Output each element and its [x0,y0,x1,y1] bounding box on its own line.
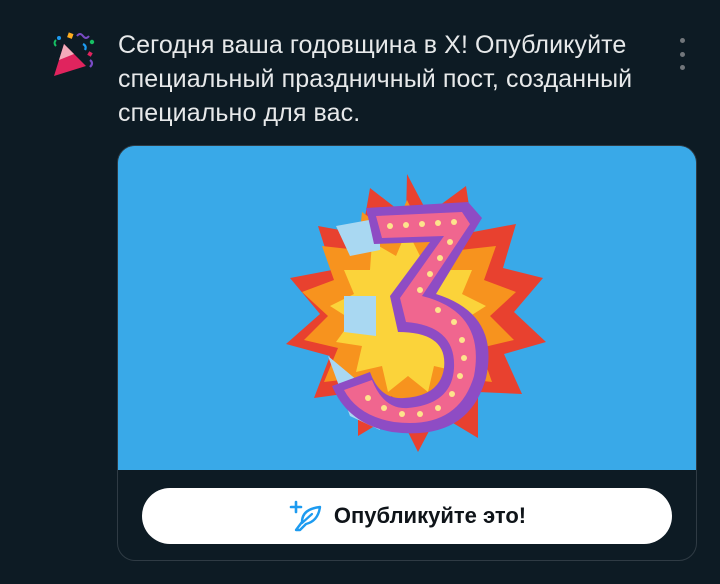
compose-feather-icon [289,500,322,532]
anniversary-image [118,146,696,470]
anniversary-notification: Сегодня ваша годовщина в X! Опубликуйте … [0,0,720,584]
anniversary-card[interactable]: Опубликуйте это! [117,145,697,561]
post-it-button[interactable]: Опубликуйте это! [142,488,672,544]
party-popper-icon [50,30,100,80]
more-vertical-icon [679,38,685,43]
post-it-button-label: Опубликуйте это! [333,503,527,528]
more-vertical-icon-dot [679,51,685,57]
more-options-button[interactable] [668,34,696,74]
notification-message: Сегодня ваша годовщина в X! Опубликуйте … [118,31,633,127]
more-vertical-icon-dot [679,65,685,70]
